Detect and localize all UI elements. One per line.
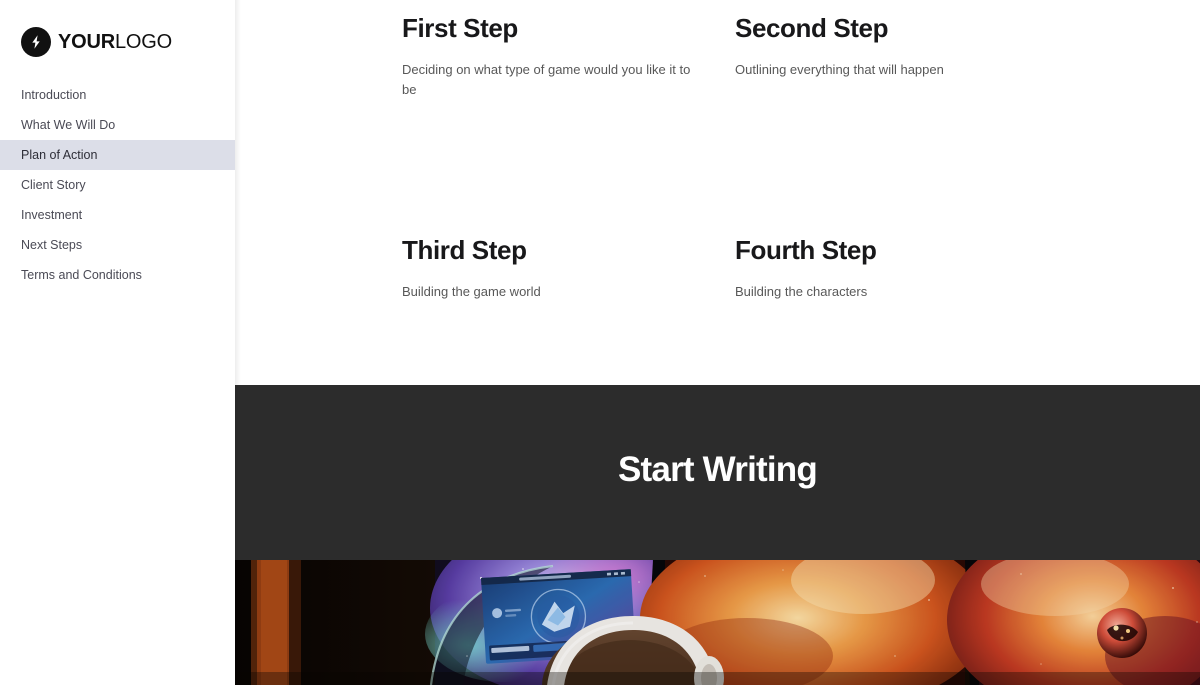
sidebar-item-plan-of-action[interactable]: Plan of Action (0, 140, 235, 170)
sidebar-item-what-we-will-do[interactable]: What We Will Do (0, 110, 235, 140)
step-title: Fourth Step (735, 235, 877, 265)
sidebar-item-investment[interactable]: Investment (0, 200, 235, 230)
logo-text-light: LOGO (114, 31, 172, 53)
sidebar-nav: Introduction What We Will Do Plan of Act… (0, 80, 235, 290)
step-card-second: Second Step Outlining everything that wi… (735, 13, 1035, 80)
logo-text-bold: YOUR (58, 31, 115, 53)
logo-text: YOURLOGO (58, 32, 172, 52)
gaming-setup-photo (235, 560, 1200, 685)
step-description: Building the game world (402, 283, 541, 299)
step-title: Third Step (402, 235, 527, 265)
step-title: First Step (402, 13, 518, 43)
sidebar-item-client-story[interactable]: Client Story (0, 170, 235, 200)
step-title: Second Step (735, 13, 889, 43)
logo[interactable]: YOURLOGO (21, 27, 172, 57)
sidebar-item-terms-and-conditions[interactable]: Terms and Conditions (0, 260, 235, 290)
step-description: Deciding on what type of game would you … (402, 61, 691, 98)
sidebar-item-introduction[interactable]: Introduction (0, 80, 235, 110)
step-card-third: Third Step Building the game world (402, 235, 702, 302)
step-card-fourth: Fourth Step Building the characters (735, 235, 1035, 302)
sidebar: YOURLOGO Introduction What We Will Do Pl… (0, 0, 235, 685)
steps-section: First Step Deciding on what type of game… (235, 0, 1200, 385)
lightning-bolt-icon (21, 27, 51, 57)
start-writing-banner: Start Writing (235, 385, 1200, 560)
step-description: Outlining everything that will happen (735, 61, 944, 77)
sidebar-item-next-steps[interactable]: Next Steps (0, 230, 235, 260)
slide-page: YOURLOGO Introduction What We Will Do Pl… (0, 0, 1200, 685)
banner-title: Start Writing (618, 450, 818, 489)
step-card-first: First Step Deciding on what type of game… (402, 13, 702, 100)
step-description: Building the characters (735, 283, 868, 299)
